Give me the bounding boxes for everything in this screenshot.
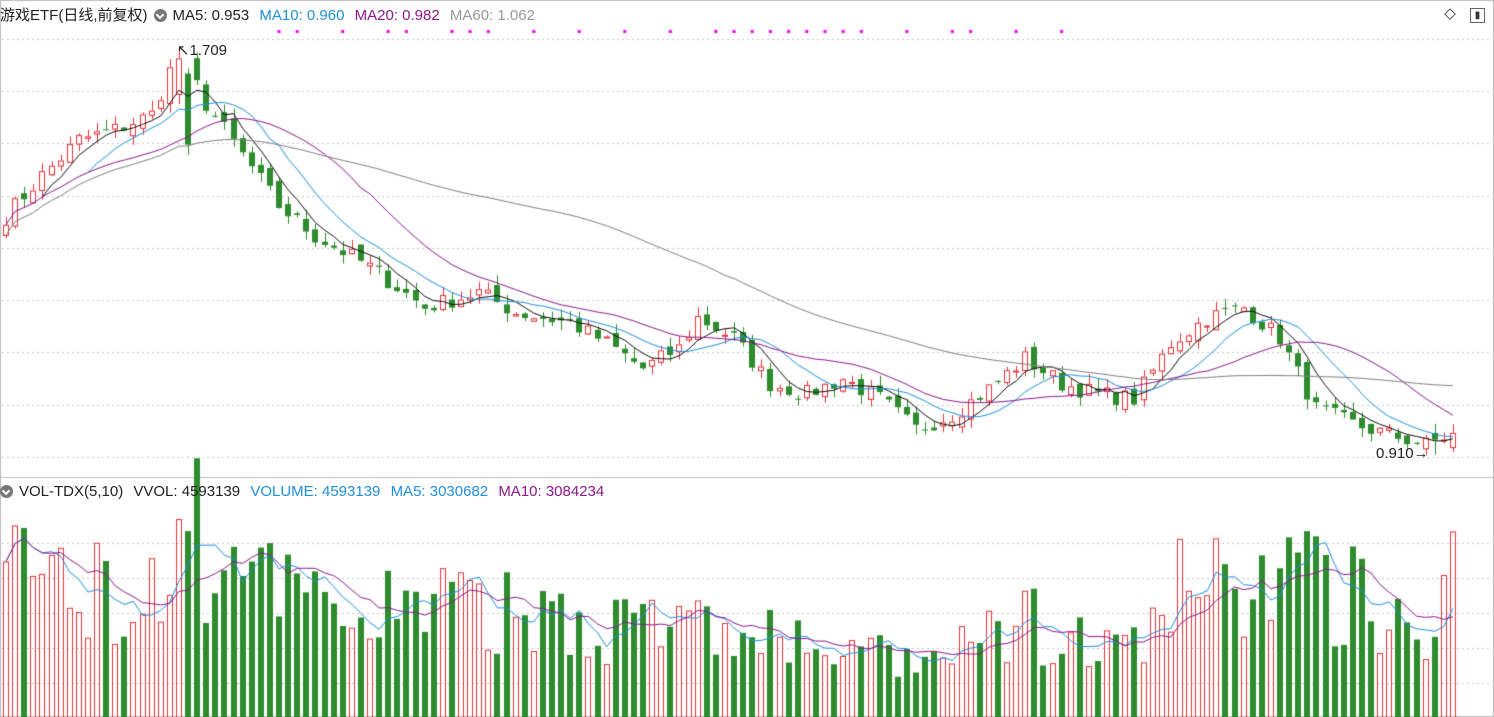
indicator-toggle-icon[interactable] [153, 9, 167, 22]
panel-toggle-icon[interactable]: ▮ [1470, 8, 1485, 23]
ma10-label: MA10: 0.960 [259, 7, 345, 24]
vol-title: VOL-TDX(5,10) [19, 483, 124, 500]
high-price-value: 1.709 [189, 41, 228, 59]
vol-ma10-label: MA10: 3084234 [498, 483, 605, 500]
diamond-icon[interactable]: ◇ [1442, 6, 1458, 22]
ma20-label: MA20: 0.982 [354, 7, 440, 24]
vol-ma5-label: MA5: 3030682 [390, 483, 489, 500]
high-price-annotation: ↖1.709 [176, 41, 228, 59]
ma5-label: MA5: 0.953 [172, 7, 250, 24]
volume-toggle-icon[interactable] [0, 485, 13, 498]
low-price-value: 0.910 [1376, 445, 1414, 462]
vvol-label: VVOL: 4593139 [133, 483, 241, 500]
price-header: 游戏ETF(日线,前复权) MA5: 0.953 MA10: 0.960 MA20… [0, 5, 541, 27]
ma60-label: MA60: 1.062 [449, 7, 535, 24]
volume-header: VOL-TDX(5,10) VVOL: 4593139 VOLUME: 4593… [0, 481, 610, 503]
candlestick-volume-chart [0, 0, 1494, 717]
volume-label: VOLUME: 4593139 [250, 483, 381, 500]
low-price-annotation: 0.910→ [1376, 445, 1429, 462]
chart-title: 游戏ETF(日线,前复权) [0, 7, 148, 24]
